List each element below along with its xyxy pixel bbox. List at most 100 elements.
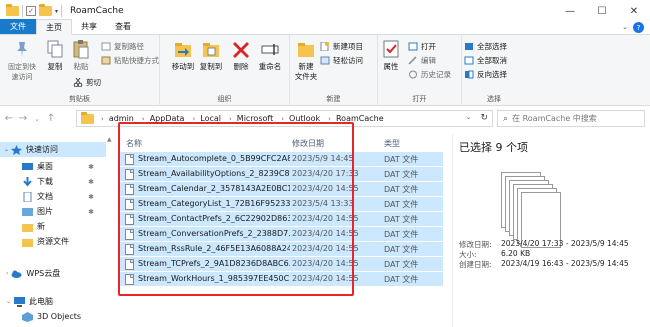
nav-item-pictures[interactable]: 图片 ✱	[22, 204, 106, 219]
copy-icon	[45, 39, 65, 59]
tab-home[interactable]: 主页	[36, 19, 72, 35]
ribbon: 固定到快 速访问 复制 粘贴 复制路径 粘贴快捷方式 剪切 剪贴板 移动到 复制…	[0, 35, 650, 106]
folder-icon	[81, 111, 94, 124]
paste-shortcut-button[interactable]: 粘贴快捷方式	[101, 55, 159, 66]
nav-item-3d-objects[interactable]: 3D Objects	[22, 309, 106, 324]
help-icon[interactable]: ?	[633, 22, 644, 33]
copy-to-icon	[201, 39, 221, 59]
paste-button[interactable]: 粘贴	[70, 39, 92, 72]
maximize-button[interactable]: ☐	[586, 0, 618, 22]
delete-icon	[231, 39, 251, 59]
minimize-button[interactable]: —	[554, 0, 586, 22]
new-item-button[interactable]: 新建项目	[320, 41, 363, 52]
select-none-button[interactable]: 全部取消	[464, 55, 507, 66]
history-icon	[408, 70, 418, 79]
select-none-icon	[464, 56, 474, 65]
history-button[interactable]: 历史记录	[408, 69, 451, 80]
clipboard-group: 固定到快 速访问 复制 粘贴 复制路径 粘贴快捷方式 剪切 剪贴板	[0, 35, 160, 106]
move-to-icon	[173, 39, 193, 59]
pin-icon[interactable]: ✱	[88, 163, 94, 171]
nav-quick-access[interactable]: ⌄ 快速访问	[0, 142, 106, 157]
pin-icon[interactable]: ✱	[88, 178, 94, 186]
easy-access-icon	[320, 56, 330, 65]
up-icon[interactable]: ↑	[44, 113, 58, 124]
group-label-new: 新建	[326, 95, 341, 103]
group-label-organize: 组织	[217, 95, 232, 103]
copy-path-icon	[101, 42, 111, 51]
invert-selection-button[interactable]: 反向选择	[464, 69, 507, 80]
select-group: 全部选择 全部取消 反向选择 选择	[462, 35, 526, 106]
nav-item-downloads[interactable]: 下载 ✱	[22, 174, 106, 189]
delete-button[interactable]: 删除	[230, 39, 252, 72]
nav-item-documents[interactable]: 文档 ✱	[22, 189, 106, 204]
computer-icon	[14, 296, 26, 307]
copy-path-button[interactable]: 复制路径	[101, 41, 144, 52]
navigation-pane: ▲ ⌄ 快速访问 桌面 ✱ 下载 ✱ 文档 ✱ 图片 ✱ 新 资源文件 › WP…	[0, 134, 113, 327]
pin-icon[interactable]: ✱	[88, 208, 94, 216]
cut-button[interactable]: 剪切	[73, 77, 101, 88]
new-folder-button[interactable]: 新建 文件夹	[292, 39, 320, 82]
chevron-down-icon[interactable]: ⌄	[622, 23, 628, 31]
chevron-right-icon[interactable]: ›	[6, 270, 8, 277]
nav-scrollbar[interactable]: ▲	[107, 134, 113, 327]
easy-access-button[interactable]: 轻松访问	[320, 55, 363, 66]
rename-icon	[260, 39, 280, 59]
new-item-icon	[320, 41, 330, 52]
tab-file[interactable]: 文件	[0, 19, 36, 34]
group-label-open: 打开	[412, 95, 427, 103]
star-icon	[11, 144, 23, 155]
properties-icon	[381, 39, 401, 59]
select-all-icon	[464, 42, 474, 51]
address-dropdown-icon[interactable]: ⌄	[466, 114, 471, 121]
close-button[interactable]: ✕	[618, 0, 650, 22]
move-to-button[interactable]: 移动到	[170, 39, 196, 72]
nav-item-new[interactable]: 新	[22, 219, 106, 234]
select-all-button[interactable]: 全部选择	[464, 41, 507, 52]
scroll-up-icon[interactable]: ▲	[107, 136, 112, 143]
nav-item-wps-cloud[interactable]: › WPS云盘	[6, 266, 106, 281]
modified-value: 2023/4/20 17:33 - 2023/5/9 14:45	[501, 239, 629, 248]
folder-icon	[22, 222, 33, 232]
folder-icon	[22, 237, 33, 247]
pin-to-quick-access-button[interactable]: 固定到快 速访问	[6, 39, 38, 82]
new-folder-quick-icon[interactable]	[39, 4, 52, 16]
copy-to-button[interactable]: 复制到	[198, 39, 224, 72]
invert-selection-icon	[464, 70, 474, 79]
cube-icon	[22, 311, 33, 322]
tab-share[interactable]: 共享	[72, 19, 106, 34]
download-icon	[22, 176, 33, 187]
documents-icon	[22, 191, 33, 202]
properties-button[interactable]: 属性	[380, 39, 402, 72]
nav-item-resource-files[interactable]: 资源文件	[22, 234, 106, 249]
pin-icon	[12, 39, 32, 59]
details-pane: 已选择 9 个项 修改日期: 2023/4/20 17:33 - 2023/5/…	[452, 134, 650, 327]
search-input[interactable]: ⌕ 在 RoamCache 中搜索	[497, 110, 645, 127]
column-header-type[interactable]: 类型	[384, 138, 400, 149]
chevron-right-icon: ›	[101, 114, 104, 123]
chevron-down-icon[interactable]: ⌄	[6, 298, 11, 305]
rename-button[interactable]: 重命名	[256, 39, 284, 72]
open-button[interactable]: 打开	[408, 41, 436, 52]
tab-view[interactable]: 查看	[106, 19, 140, 34]
search-placeholder: 在 RoamCache 中搜索	[512, 114, 597, 123]
chevron-down-icon[interactable]: ⌄	[4, 146, 9, 153]
highlight-box	[118, 122, 354, 296]
recent-locations-icon[interactable]: ⌄	[30, 115, 44, 123]
customize-toolbar-icon[interactable]: ▾	[55, 8, 58, 15]
nav-item-this-pc[interactable]: ⌄ 此电脑	[6, 294, 106, 309]
edit-button[interactable]: 编辑	[408, 55, 436, 66]
back-icon[interactable]: ←	[2, 113, 16, 124]
size-value: 6.20 KB	[501, 249, 531, 258]
pin-icon[interactable]: ✱	[88, 193, 94, 201]
copy-button[interactable]: 复制	[44, 39, 66, 72]
nav-item-desktop[interactable]: 桌面 ✱	[22, 159, 106, 174]
paste-icon	[71, 39, 91, 59]
folder-icon	[6, 4, 19, 16]
scissors-icon	[73, 77, 83, 88]
refresh-icon[interactable]: ↻	[480, 113, 488, 123]
properties-quick-icon[interactable]: ✓	[26, 6, 36, 16]
new-folder-icon	[296, 39, 316, 59]
forward-icon[interactable]: →	[16, 113, 30, 124]
new-group: 新建 文件夹 新建项目 轻松访问 新建	[290, 35, 378, 106]
cloud-icon	[11, 269, 22, 279]
